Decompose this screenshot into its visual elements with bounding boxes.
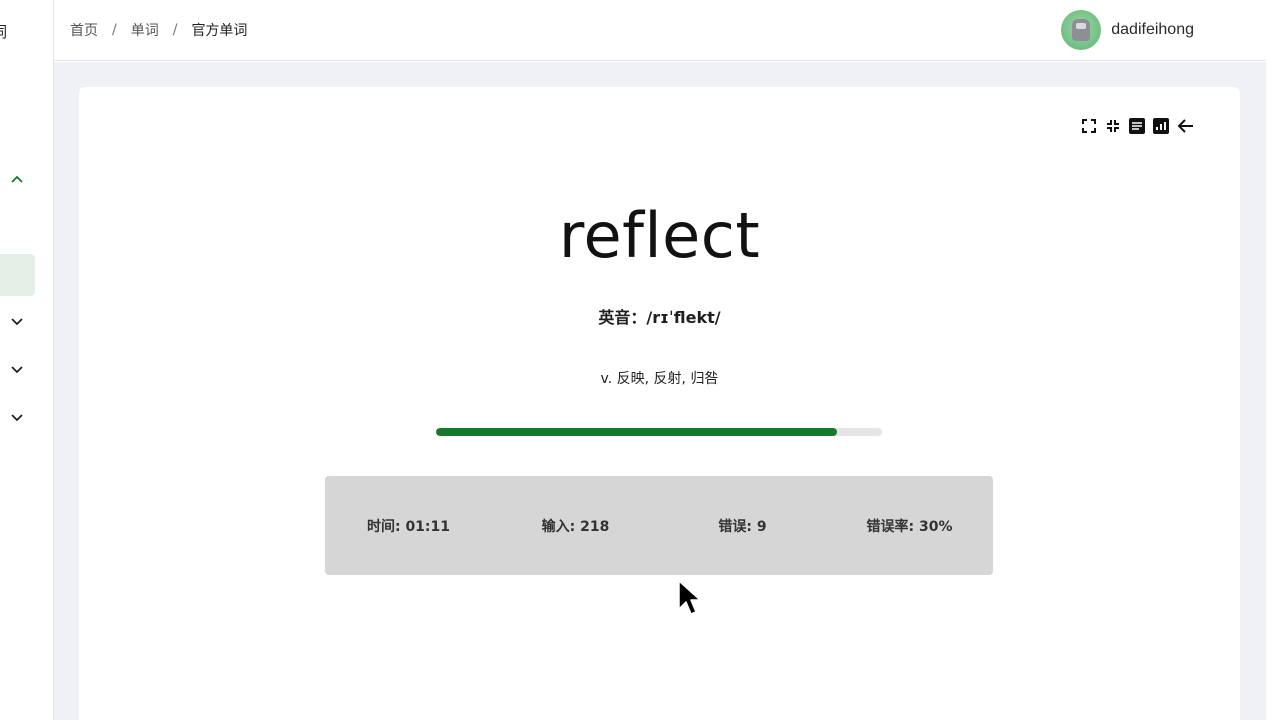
progress-bar: [436, 428, 882, 436]
username[interactable]: dadifeihong: [1111, 21, 1194, 39]
breadcrumb-current: 官方单词: [191, 23, 248, 39]
stat-input: 输入: 218: [541, 518, 610, 535]
stats-panel: 时间: 01:11 输入: 218 错误: 9 错误率: 30%: [325, 476, 993, 575]
chevron-down-icon[interactable]: [10, 411, 24, 425]
progress-fill: [436, 428, 838, 436]
mouse-cursor-icon: [678, 580, 702, 625]
top-header: 首页 / 单词 / 官方单词 dadifeihong: [54, 0, 1266, 61]
chevron-down-icon[interactable]: [10, 363, 24, 377]
exit-fullscreen-icon[interactable]: [1104, 117, 1122, 135]
bar-chart-icon[interactable]: [1152, 117, 1170, 135]
scrollbar-track[interactable]: [1266, 0, 1280, 720]
stat-time: 时间: 01:11: [366, 518, 451, 535]
user-menu[interactable]: dadifeihong: [1061, 10, 1194, 50]
word-practice-card: reflect 英音：/rɪˈflekt/ v. 反映, 反射, 归咎 时间: …: [79, 87, 1240, 720]
stat-error-rate: 错误率: 30%: [866, 518, 953, 535]
sidebar-active-item[interactable]: [0, 254, 35, 296]
sidebar-cut-label: 词: [0, 21, 7, 42]
breadcrumb-home[interactable]: 首页: [70, 20, 98, 40]
breadcrumb-separator: /: [112, 22, 117, 38]
breadcrumb-words[interactable]: 单词: [131, 20, 159, 40]
translation: v. 反映, 反射, 归咎: [600, 371, 719, 387]
arrow-back-icon[interactable]: [1176, 117, 1194, 135]
breadcrumb: 首页 / 单词 / 官方单词: [70, 20, 247, 40]
fullscreen-icon[interactable]: [1080, 117, 1098, 135]
practice-word: reflect: [558, 199, 761, 272]
stat-errors: 错误: 9: [718, 518, 767, 535]
phonetic[interactable]: 英音：/rɪˈflekt/: [79, 304, 1240, 328]
avatar-figure: [1072, 19, 1091, 41]
app-root: 词 首页 / 单词 / 官方单词 dadifeihong: [0, 0, 1280, 720]
chevron-down-icon[interactable]: [10, 315, 24, 329]
sidebar: 词: [0, 0, 54, 720]
breadcrumb-separator: /: [172, 22, 178, 38]
avatar[interactable]: [1061, 10, 1102, 50]
chevron-up-icon[interactable]: [10, 172, 24, 186]
practice-toolbar: [1080, 117, 1194, 135]
article-icon[interactable]: [1128, 117, 1146, 135]
